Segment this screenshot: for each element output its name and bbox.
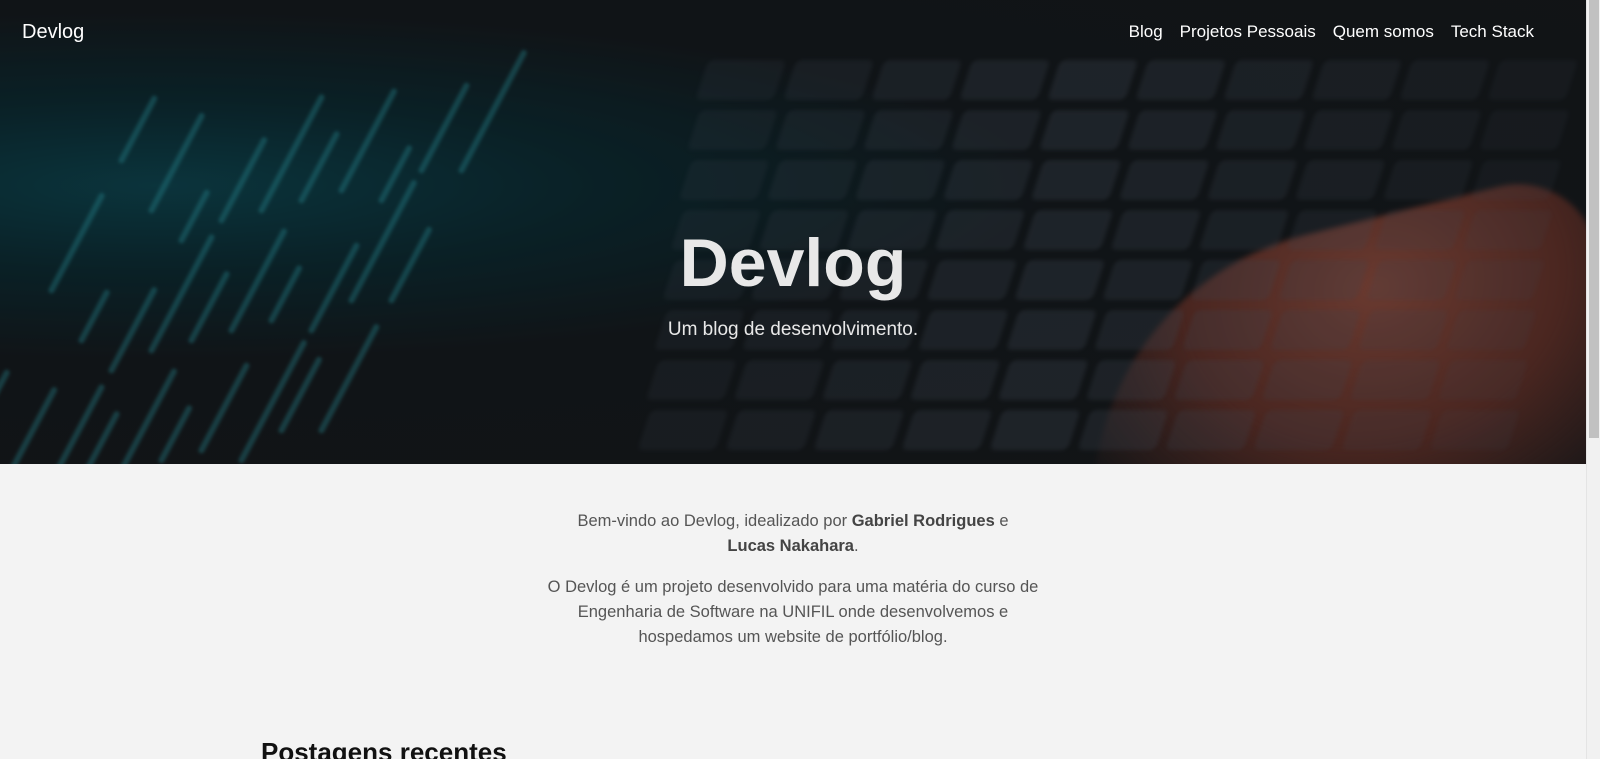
keyboard-key-decoration xyxy=(1261,360,1353,400)
keyboard-key-decoration xyxy=(1085,360,1177,400)
nav-links: Blog Projetos Pessoais Quem somos Tech S… xyxy=(1129,22,1534,42)
keyboard-key-decoration xyxy=(901,410,993,450)
author-name: Lucas Nakahara xyxy=(727,537,854,555)
keyboard-key-decoration xyxy=(1206,160,1298,200)
keyboard-key-decoration xyxy=(766,160,858,200)
keyboard-key-decoration xyxy=(1341,410,1433,450)
intro-conjunction: e xyxy=(994,512,1009,530)
keyboard-key-decoration xyxy=(1165,410,1257,450)
keyboard-key-decoration xyxy=(695,60,787,100)
keyboard-key-decoration xyxy=(989,410,1081,450)
keyboard-key-decoration xyxy=(959,60,1051,100)
keyboard-key-decoration xyxy=(1382,160,1474,200)
keyboard-key-decoration xyxy=(950,110,1042,150)
keyboard-key-decoration xyxy=(1030,160,1122,200)
navbar: Devlog Blog Projetos Pessoais Quem somos… xyxy=(0,0,1586,66)
keyboard-key-decoration xyxy=(821,360,913,400)
keyboard-key-decoration xyxy=(1126,110,1218,150)
keyboard-key-decoration xyxy=(1214,110,1306,150)
keyboard-key-decoration xyxy=(862,110,954,150)
keyboard-key-decoration xyxy=(774,110,866,150)
keyboard-key-decoration xyxy=(1302,110,1394,150)
keyboard-key-decoration xyxy=(1047,60,1139,100)
keyboard-key-decoration xyxy=(733,360,825,400)
keyboard-key-decoration xyxy=(1429,410,1521,450)
keyboard-key-decoration xyxy=(1390,110,1482,150)
vertical-scrollbar[interactable] xyxy=(1586,0,1600,759)
keyboard-key-decoration xyxy=(871,60,963,100)
keyboard-key-decoration xyxy=(813,410,905,450)
keyboard-key-decoration xyxy=(1349,360,1441,400)
keyboard-key-decoration xyxy=(942,160,1034,200)
hero-subtitle: Um blog de desenvolvimento. xyxy=(667,319,919,340)
keyboard-key-decoration xyxy=(854,160,946,200)
brand-link[interactable]: Devlog xyxy=(22,21,84,44)
keyboard-key-decoration xyxy=(1311,60,1403,100)
intro-welcome-paragraph: Bem-vindo ao Devlog, idealizado por Gabr… xyxy=(543,509,1043,559)
nav-link-quem-somos[interactable]: Quem somos xyxy=(1333,22,1434,42)
keyboard-key-decoration xyxy=(686,110,778,150)
keyboard-key-decoration xyxy=(1487,60,1579,100)
keyboard-key-decoration xyxy=(645,360,737,400)
keyboard-key-decoration xyxy=(1223,60,1315,100)
keyboard-key-decoration xyxy=(1077,410,1169,450)
keyboard-key-decoration xyxy=(1173,360,1265,400)
keyboard-key-decoration xyxy=(997,360,1089,400)
nav-link-tech-stack[interactable]: Tech Stack xyxy=(1451,22,1534,42)
keyboard-key-decoration xyxy=(1135,60,1227,100)
keyboard-key-decoration xyxy=(1437,360,1529,400)
keyboard-key-decoration xyxy=(725,410,817,450)
keyboard-key-decoration xyxy=(909,360,1001,400)
nav-link-projetos-pessoais[interactable]: Projetos Pessoais xyxy=(1180,22,1316,42)
keyboard-key-decoration xyxy=(637,410,729,450)
author-name: Gabriel Rodrigues xyxy=(851,512,995,530)
hero-title: Devlog xyxy=(679,225,907,301)
intro-period: . xyxy=(853,537,859,555)
recent-posts-heading: Postagens recentes xyxy=(261,737,507,759)
scrollbar-thumb[interactable] xyxy=(1589,0,1599,438)
keyboard-key-decoration xyxy=(1253,410,1345,450)
keyboard-key-decoration xyxy=(1294,160,1386,200)
keyboard-key-decoration xyxy=(1038,110,1130,150)
intro-description-paragraph: O Devlog é um projeto desenvolvido para … xyxy=(547,578,1039,646)
nav-link-blog[interactable]: Blog xyxy=(1129,22,1163,42)
keyboard-key-decoration xyxy=(1478,110,1570,150)
keyboard-key-decoration xyxy=(783,60,875,100)
keyboard-key-decoration xyxy=(1470,160,1562,200)
keyboard-key-decoration xyxy=(1118,160,1210,200)
keyboard-key-decoration xyxy=(1399,60,1491,100)
keyboard-key-decoration xyxy=(678,160,770,200)
intro-welcome-text: Bem-vindo ao Devlog, idealizado por xyxy=(577,512,852,530)
intro-section: Bem-vindo ao Devlog, idealizado por Gabr… xyxy=(543,509,1043,666)
